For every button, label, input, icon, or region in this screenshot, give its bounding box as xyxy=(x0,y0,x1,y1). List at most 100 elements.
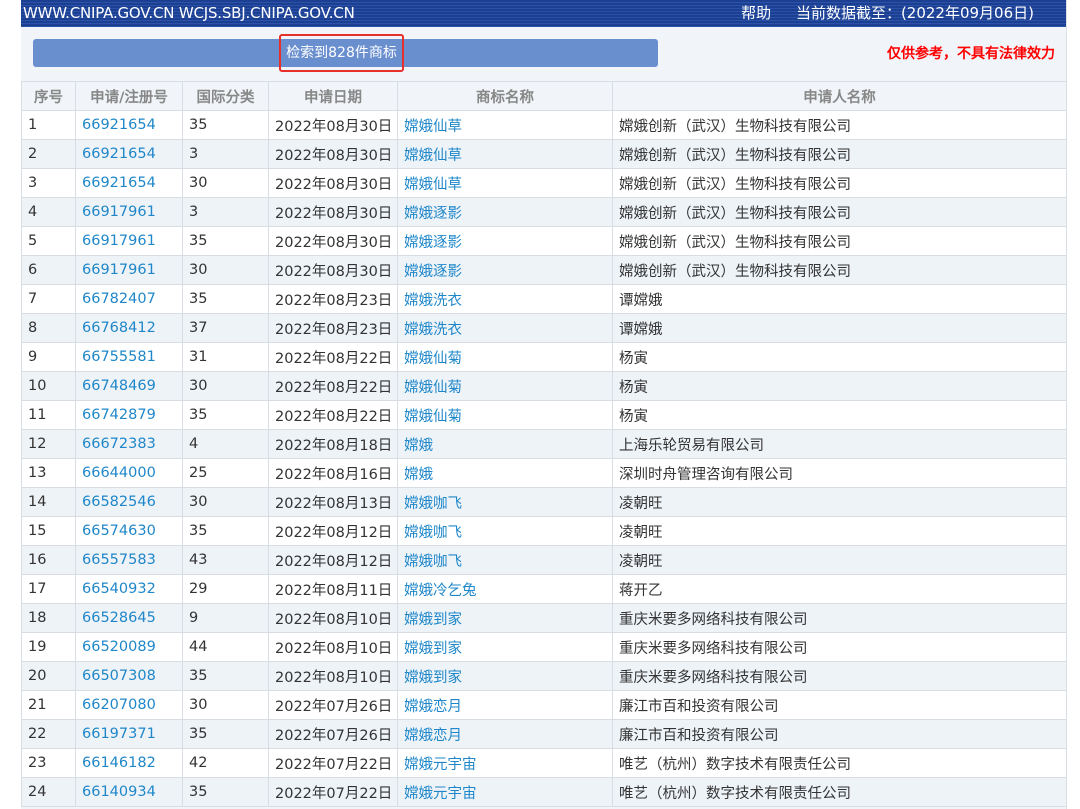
cell-mark-name: 嫦娥冷乞兔 xyxy=(397,574,613,604)
mark-name-link[interactable]: 嫦娥咖飞 xyxy=(404,554,462,570)
mark-name-link[interactable]: 嫦娥仙菊 xyxy=(404,409,462,425)
cell-mark-name: 嫦娥洗衣 xyxy=(397,313,613,343)
mark-name-link[interactable]: 嫦娥逐影 xyxy=(404,206,462,222)
cell-mark-name: 嫦娥 xyxy=(397,429,613,459)
cell-date: 2022年08月12日 xyxy=(268,516,398,546)
table-row: 21 66207080 30 2022年07月26日 嫦娥恋月 廉江市百和投资有限公司 xyxy=(21,690,1067,720)
reg-number-link[interactable]: 66917961 xyxy=(82,262,156,278)
mark-name-link[interactable]: 嫦娥仙草 xyxy=(404,119,462,135)
reg-number-link[interactable]: 66755581 xyxy=(82,349,156,365)
table-body: 1 66921654 35 2022年08月30日 嫦娥仙草 嫦娥创新（武汉）生物科技有限… xyxy=(21,110,1067,807)
mark-name-link[interactable]: 嫦娥到家 xyxy=(404,612,462,628)
mark-name-link[interactable]: 嫦娥恋月 xyxy=(404,728,462,744)
table-row: 1 66921654 35 2022年08月30日 嫦娥仙草 嫦娥创新（武汉）生物科技有限… xyxy=(21,110,1067,140)
cell-date: 2022年08月10日 xyxy=(268,603,398,633)
cell-applicant: 杨寅 xyxy=(612,400,1067,430)
cell-applicant: 唯艺（杭州）数字技术有限责任公司 xyxy=(612,748,1067,778)
column-header-reg-number[interactable]: 申请/注册号 xyxy=(75,81,183,111)
cell-date: 2022年08月22日 xyxy=(268,400,398,430)
reg-number-link[interactable]: 66197371 xyxy=(82,726,156,742)
reg-number-link[interactable]: 66140934 xyxy=(82,784,156,800)
cell-reg-number: 66540932 xyxy=(75,574,183,604)
top-header-bar: WWW.CNIPA.GOV.CN WCJS.SBJ.CNIPA.GOV.CN 帮… xyxy=(21,0,1066,27)
table-row: 20 66507308 35 2022年08月10日 嫦娥到家 重庆米要多网络科技有限公司 xyxy=(21,661,1067,691)
table-row: 2 66921654 3 2022年08月30日 嫦娥仙草 嫦娥创新（武汉）生物科技有限公… xyxy=(21,139,1067,169)
reg-number-link[interactable]: 66921654 xyxy=(82,146,156,162)
cell-applicant: 嫦娥创新（武汉）生物科技有限公司 xyxy=(612,139,1067,169)
table-row: 9 66755581 31 2022年08月22日 嫦娥仙菊 杨寅 xyxy=(21,342,1067,372)
mark-name-link[interactable]: 嫦娥仙菊 xyxy=(404,351,462,367)
table-row: 19 66520089 44 2022年08月10日 嫦娥到家 重庆米要多网络科技有限公司 xyxy=(21,632,1067,662)
site-domains: WWW.CNIPA.GOV.CN WCJS.SBJ.CNIPA.GOV.CN xyxy=(23,4,355,22)
mark-name-link[interactable]: 嫦娥洗衣 xyxy=(404,322,462,338)
mark-name-link[interactable]: 嫦娥仙草 xyxy=(404,177,462,193)
cell-class: 44 xyxy=(182,632,269,662)
reg-number-link[interactable]: 66528645 xyxy=(82,610,156,626)
reg-number-link[interactable]: 66520089 xyxy=(82,639,156,655)
cell-mark-name: 嫦娥元宇宙 xyxy=(397,777,613,807)
cell-reg-number: 66742879 xyxy=(75,400,183,430)
reg-number-link[interactable]: 66644000 xyxy=(82,465,156,481)
reg-number-link[interactable]: 66768412 xyxy=(82,320,156,336)
mark-name-link[interactable]: 嫦娥冷乞兔 xyxy=(404,583,477,599)
cell-index: 9 xyxy=(21,342,76,372)
column-header-mark-name[interactable]: 商标名称 xyxy=(397,81,613,111)
mark-name-link[interactable]: 嫦娥仙菊 xyxy=(404,380,462,396)
cell-date: 2022年08月30日 xyxy=(268,255,398,285)
cell-reg-number: 66917961 xyxy=(75,226,183,256)
reg-number-link[interactable]: 66557583 xyxy=(82,552,156,568)
mark-name-link[interactable]: 嫦娥元宇宙 xyxy=(404,786,477,802)
help-link[interactable]: 帮助 xyxy=(741,4,771,22)
mark-name-link[interactable]: 嫦娥仙草 xyxy=(404,148,462,164)
reg-number-link[interactable]: 66748469 xyxy=(82,378,156,394)
reg-number-link[interactable]: 66917961 xyxy=(82,233,156,249)
cell-index: 8 xyxy=(21,313,76,343)
column-header-index[interactable]: 序号 xyxy=(21,81,76,111)
reg-number-link[interactable]: 66917961 xyxy=(82,204,156,220)
cell-index: 24 xyxy=(21,777,76,807)
mark-name-link[interactable]: 嫦娥咖飞 xyxy=(404,525,462,541)
cell-applicant: 谭嫦娥 xyxy=(612,313,1067,343)
mark-name-link[interactable]: 嫦娥元宇宙 xyxy=(404,757,477,773)
cell-mark-name: 嫦娥仙菊 xyxy=(397,371,613,401)
reg-number-link[interactable]: 66782407 xyxy=(82,291,156,307)
mark-name-link[interactable]: 嫦娥 xyxy=(404,467,433,483)
column-header-date[interactable]: 申请日期 xyxy=(268,81,398,111)
mark-name-link[interactable]: 嫦娥逐影 xyxy=(404,235,462,251)
column-header-applicant[interactable]: 申请人名称 xyxy=(612,81,1067,111)
reg-number-link[interactable]: 66672383 xyxy=(82,436,156,452)
mark-name-link[interactable]: 嫦娥到家 xyxy=(404,670,462,686)
table-header-row: 序号 申请/注册号 国际分类 申请日期 商标名称 申请人名称 xyxy=(21,81,1067,111)
cell-class: 35 xyxy=(182,226,269,256)
mark-name-link[interactable]: 嫦娥逐影 xyxy=(404,264,462,280)
column-header-class[interactable]: 国际分类 xyxy=(182,81,269,111)
reg-number-link[interactable]: 66146182 xyxy=(82,755,156,771)
cell-class: 29 xyxy=(182,574,269,604)
cell-index: 2 xyxy=(21,139,76,169)
cell-class: 9 xyxy=(182,603,269,633)
reg-number-link[interactable]: 66582546 xyxy=(82,494,156,510)
table-row: 14 66582546 30 2022年08月13日 嫦娥咖飞 凌朝旺 xyxy=(21,487,1067,517)
reg-number-link[interactable]: 66921654 xyxy=(82,175,156,191)
mark-name-link[interactable]: 嫦娥洗衣 xyxy=(404,293,462,309)
mark-name-link[interactable]: 嫦娥到家 xyxy=(404,641,462,657)
cell-class: 35 xyxy=(182,400,269,430)
reg-number-link[interactable]: 66574630 xyxy=(82,523,156,539)
cell-reg-number: 66748469 xyxy=(75,371,183,401)
reg-number-link[interactable]: 66742879 xyxy=(82,407,156,423)
cell-reg-number: 66917961 xyxy=(75,255,183,285)
mark-name-link[interactable]: 嫦娥 xyxy=(404,438,433,454)
cell-applicant: 凌朝旺 xyxy=(612,545,1067,575)
cell-reg-number: 66528645 xyxy=(75,603,183,633)
mark-name-link[interactable]: 嫦娥恋月 xyxy=(404,699,462,715)
table-row: 8 66768412 37 2022年08月23日 嫦娥洗衣 谭嫦娥 xyxy=(21,313,1067,343)
cell-applicant: 廉江市百和投资有限公司 xyxy=(612,719,1067,749)
cell-index: 4 xyxy=(21,197,76,227)
cell-applicant: 廉江市百和投资有限公司 xyxy=(612,690,1067,720)
table-row: 11 66742879 35 2022年08月22日 嫦娥仙菊 杨寅 xyxy=(21,400,1067,430)
reg-number-link[interactable]: 66507308 xyxy=(82,668,156,684)
mark-name-link[interactable]: 嫦娥咖飞 xyxy=(404,496,462,512)
reg-number-link[interactable]: 66540932 xyxy=(82,581,156,597)
reg-number-link[interactable]: 66207080 xyxy=(82,697,156,713)
reg-number-link[interactable]: 66921654 xyxy=(82,117,156,133)
